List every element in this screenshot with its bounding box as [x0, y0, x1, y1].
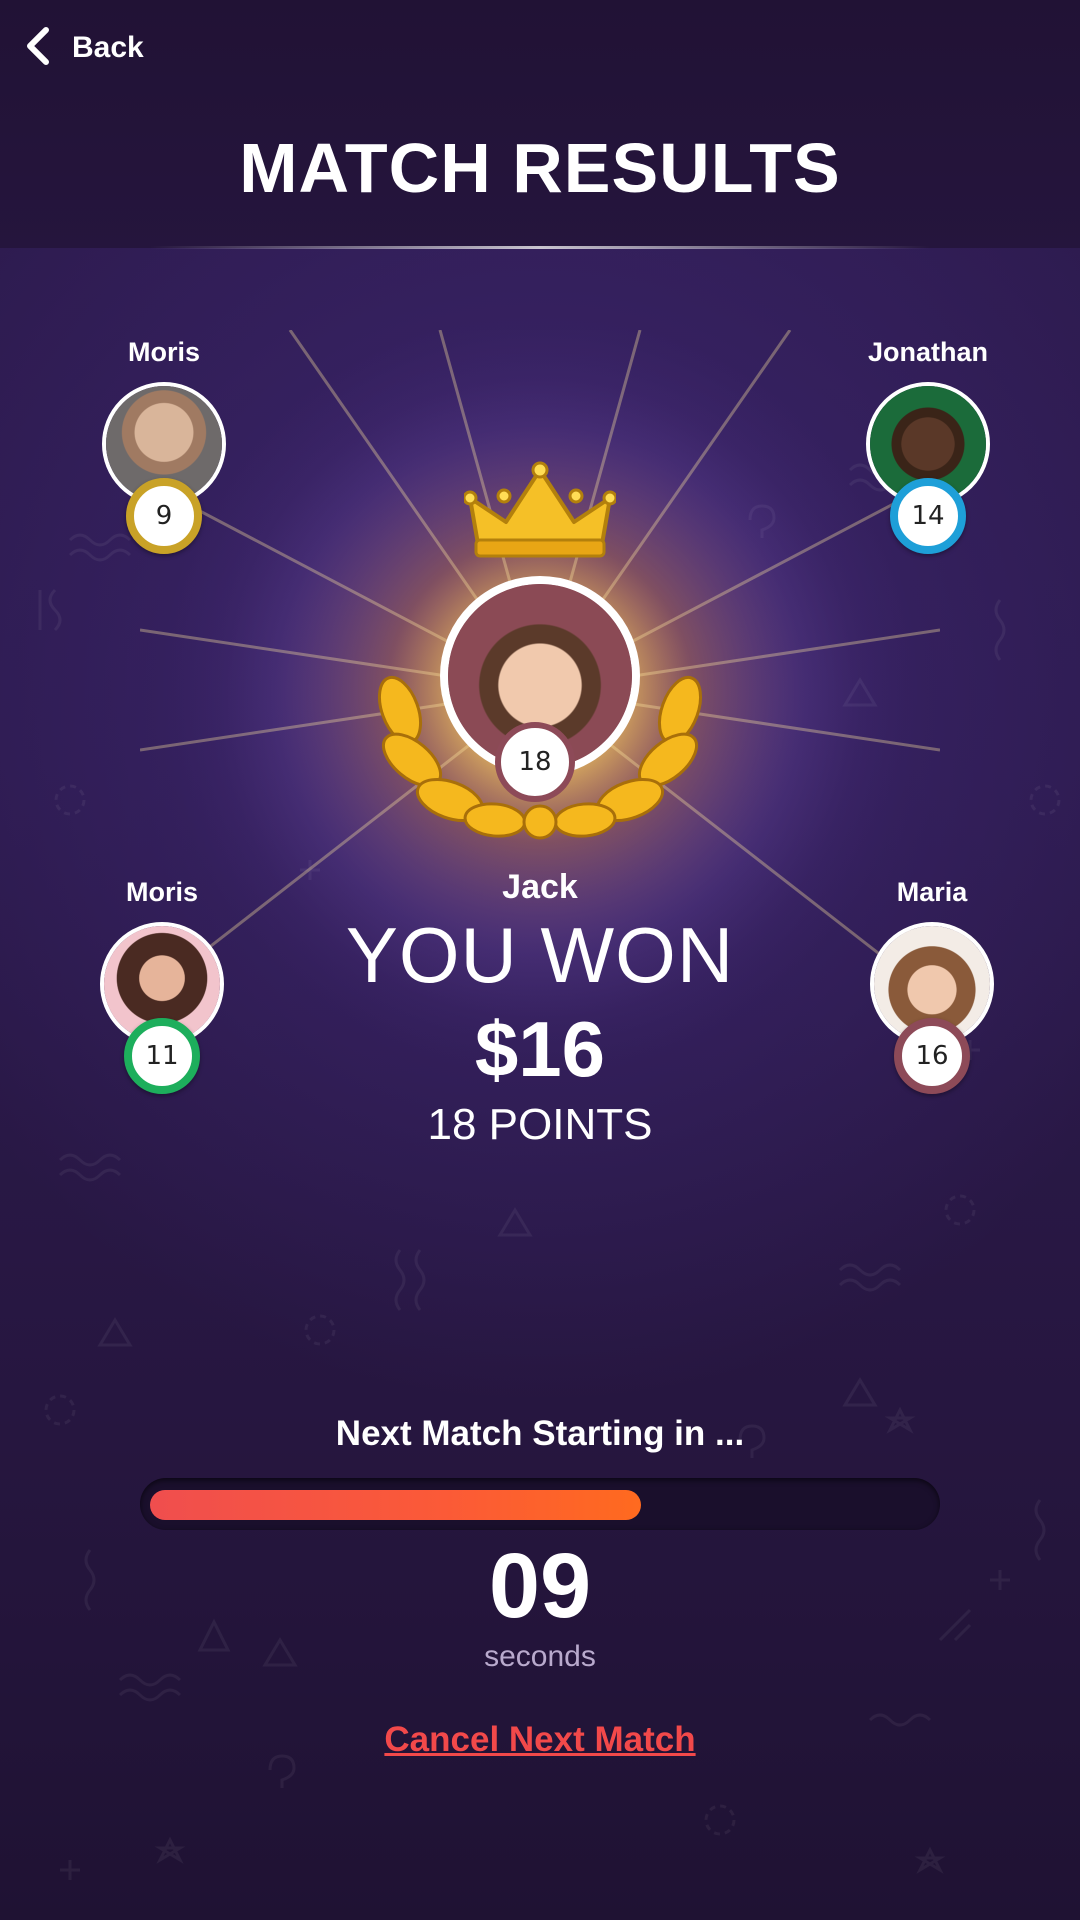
avatar: 9	[102, 382, 226, 554]
header-bar	[0, 0, 1080, 248]
header-divider	[150, 246, 930, 249]
next-match-label: Next Match Starting in ...	[335, 1414, 745, 1453]
back-button[interactable]: Back	[24, 24, 144, 72]
score-badge: 9	[126, 478, 202, 554]
prize-amount: $16	[474, 1005, 606, 1093]
winner-score-badge: 18	[495, 722, 575, 802]
winner-name: Jack	[502, 868, 578, 906]
player-card-moris-1[interactable]: Moris 9	[84, 334, 244, 554]
player-name: Jonathan	[867, 337, 988, 367]
result-headline: YOU WON	[345, 911, 735, 999]
chevron-left-icon	[24, 26, 52, 71]
score-badge: 14	[890, 478, 966, 554]
countdown-progress-fill	[150, 1490, 641, 1520]
cancel-container: Cancel Next Match	[0, 1720, 1080, 1760]
avatar: 14	[866, 382, 990, 554]
player-card-jonathan[interactable]: Jonathan 14	[848, 334, 1008, 554]
page-title: MATCH RESULTS	[239, 129, 841, 207]
player-name: Moris	[127, 337, 200, 367]
countdown-number: 09	[488, 1535, 592, 1637]
countdown-progress-bar	[140, 1478, 940, 1530]
crown-icon	[464, 461, 616, 558]
winner-card: 18	[360, 460, 720, 850]
points-total: 18 POINTS	[427, 1100, 653, 1149]
cancel-next-match-link[interactable]: Cancel Next Match	[384, 1720, 695, 1759]
back-label: Back	[72, 31, 144, 64]
countdown-unit: seconds	[484, 1640, 596, 1673]
